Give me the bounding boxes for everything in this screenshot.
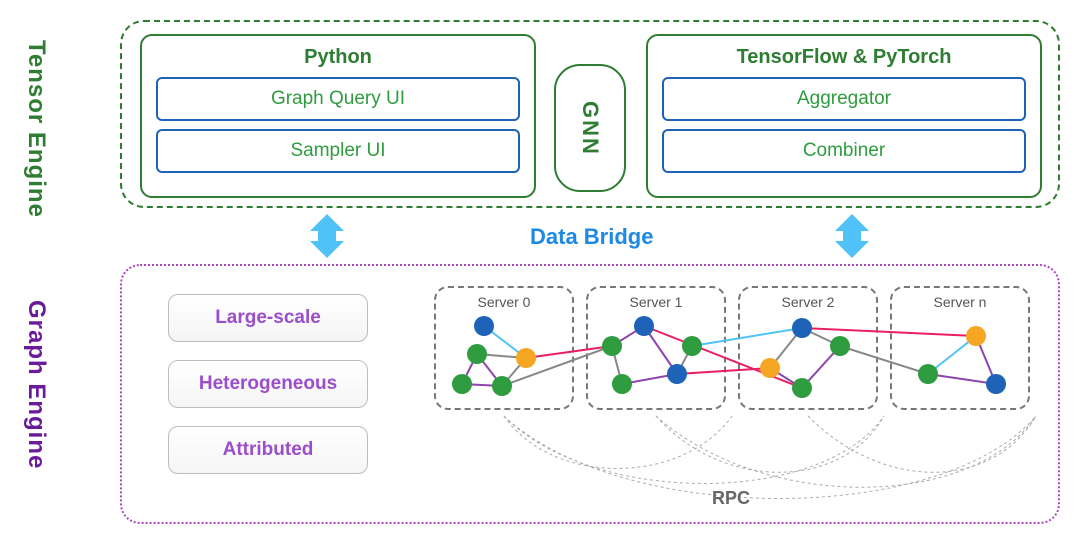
server-1-title: Server 1 bbox=[588, 294, 724, 310]
data-bridge-label: Data Bridge bbox=[530, 224, 653, 250]
tensor-engine-panel: Python Graph Query UI Sampler UI GNN Ten… bbox=[120, 20, 1060, 208]
tensor-engine-label: Tensor Engine bbox=[22, 40, 50, 218]
tag-heterogeneous: Heterogeneous bbox=[168, 360, 368, 408]
rpc-label: RPC bbox=[712, 488, 750, 509]
python-title: Python bbox=[142, 46, 534, 69]
python-block: Python Graph Query UI Sampler UI bbox=[140, 34, 536, 198]
bridge-arrow-left bbox=[310, 214, 344, 258]
server-n-title: Server n bbox=[892, 294, 1028, 310]
sampler-ui-box: Sampler UI bbox=[156, 129, 520, 173]
server-0-title: Server 0 bbox=[436, 294, 572, 310]
server-2-box: Server 2 bbox=[738, 286, 878, 410]
graph-engine-label: Graph Engine bbox=[22, 300, 50, 469]
aggregator-box: Aggregator bbox=[662, 77, 1026, 121]
tag-attributed: Attributed bbox=[168, 426, 368, 474]
bridge-arrow-right bbox=[835, 214, 869, 258]
server-0-box: Server 0 bbox=[434, 286, 574, 410]
combiner-box: Combiner bbox=[662, 129, 1026, 173]
tf-title: TensorFlow & PyTorch bbox=[648, 46, 1040, 69]
server-1-box: Server 1 bbox=[586, 286, 726, 410]
server-n-box: Server n bbox=[890, 286, 1030, 410]
tag-large-scale: Large-scale bbox=[168, 294, 368, 342]
graph-engine-panel: Large-scale Heterogeneous Attributed Ser… bbox=[120, 264, 1060, 524]
gnn-label: GNN bbox=[577, 101, 603, 156]
graph-query-ui-box: Graph Query UI bbox=[156, 77, 520, 121]
server-2-title: Server 2 bbox=[740, 294, 876, 310]
gnn-box: GNN bbox=[554, 64, 626, 192]
tensorflow-pytorch-block: TensorFlow & PyTorch Aggregator Combiner bbox=[646, 34, 1042, 198]
